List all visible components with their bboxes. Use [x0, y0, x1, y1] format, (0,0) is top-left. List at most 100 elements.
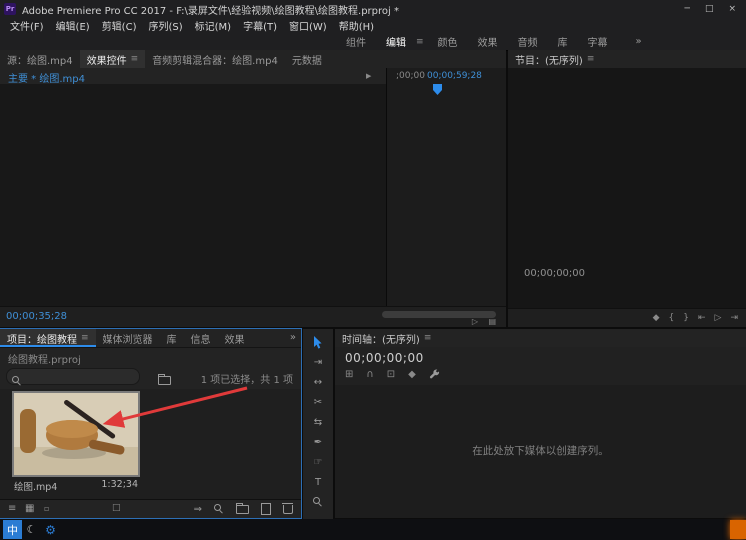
program-timecode[interactable]: 00;00;00;00 [524, 268, 585, 279]
workspace-tab-color[interactable]: 颜色 [428, 34, 468, 49]
tab-metadata[interactable]: 元数据 [285, 50, 329, 68]
tools-panel: ⇥ ↔ ✂ ⇆ ✒ ☞ T [303, 329, 333, 525]
premiere-app-icon: Pr [4, 3, 16, 15]
minimize-button[interactable]: ─ [685, 4, 690, 14]
effect-controls-panel: 源：绘图.mp4 效果控件 ≡ 音频剪辑混合器：绘图.mp4 元数据 主要 * … [0, 50, 506, 327]
workspace-tab-components[interactable]: 组件 [336, 34, 376, 49]
menu-item-edit[interactable]: 编辑(E) [50, 18, 96, 33]
zoom-tool[interactable] [313, 496, 323, 508]
tab-project[interactable]: 项目：绘图教程 ≡ [0, 329, 96, 347]
mini-grid-icon[interactable]: ▤ [488, 317, 496, 326]
workspace-tab-editing[interactable]: 编辑 [376, 34, 416, 49]
horizontal-scrollbar[interactable] [382, 311, 496, 318]
slip-tool[interactable]: ⇆ [314, 416, 322, 428]
search-input[interactable] [27, 369, 136, 384]
workspace-tab-audio[interactable]: 音频 [508, 34, 548, 49]
mark-in-icon[interactable]: { [669, 313, 675, 323]
add-marker-icon[interactable]: ◆ [408, 369, 416, 380]
icon-view-icon[interactable]: ▦ [25, 503, 34, 514]
effect-controls-current-time[interactable]: 00;00;35;28 [6, 311, 67, 322]
type-tool[interactable]: T [315, 476, 321, 488]
mini-play-icon[interactable]: ▷ [472, 317, 478, 326]
program-tabbar: 节目：(无序列) ≡ [508, 50, 746, 69]
timeline-drop-area[interactable]: 在此处放下媒体以创建序列。 [335, 385, 746, 518]
tab-audio-clip-mixer[interactable]: 音频剪辑混合器：绘图.mp4 [145, 50, 285, 68]
project-search-box[interactable] [6, 368, 140, 385]
go-to-in-icon[interactable]: ⇤ [698, 313, 706, 323]
ime-moon-icon[interactable]: ☾ [22, 520, 41, 539]
filter-bin-icon[interactable] [158, 376, 171, 385]
ime-settings-gear-icon[interactable]: ⚙ [41, 520, 60, 539]
menu-item-file[interactable]: 文件(F) [4, 18, 50, 33]
timeline-panel: 时间轴：(无序列) ≡ 00;00;00;00 ⊞ ∩ ⊡ ◆ 在此处放下媒体以… [335, 329, 746, 518]
tab-source-monitor[interactable]: 源：绘图.mp4 [0, 50, 80, 68]
ripple-edit-tool[interactable]: ↔ [314, 376, 322, 388]
collapse-arrow-icon[interactable]: ▶ [366, 72, 371, 80]
timeline-timecode[interactable]: 00;00;00;00 [345, 351, 424, 365]
panel-menu-icon[interactable]: ≡ [131, 54, 139, 64]
play-icon[interactable]: ▷ [715, 313, 722, 323]
playhead-marker[interactable] [433, 84, 442, 95]
menu-item-marker[interactable]: 标记(M) [189, 18, 237, 33]
menu-item-clip[interactable]: 剪辑(C) [96, 18, 143, 33]
mark-out-icon[interactable]: } [683, 313, 689, 323]
find-icon[interactable] [214, 504, 224, 514]
delete-icon[interactable] [283, 505, 293, 514]
add-marker-icon[interactable]: ◆ [653, 313, 660, 323]
selection-tool[interactable] [313, 336, 323, 348]
close-button[interactable]: × [728, 4, 736, 14]
source-group-tabbar: 源：绘图.mp4 效果控件 ≡ 音频剪辑混合器：绘图.mp4 元数据 [0, 50, 506, 69]
workspace-tab-libraries[interactable]: 库 [548, 34, 578, 49]
new-bin-icon[interactable] [236, 505, 249, 514]
snap-magnet-icon[interactable]: ∩ [366, 369, 373, 380]
new-item-icon[interactable] [261, 503, 271, 515]
menu-item-sequence[interactable]: 序列(S) [142, 18, 188, 33]
menu-item-title[interactable]: 字幕(T) [237, 18, 283, 33]
program-monitor-screen: 00;00;00;00 [508, 68, 746, 309]
tab-effect-controls[interactable]: 效果控件 ≡ [80, 50, 146, 68]
panel-menu-icon[interactable]: ≡ [81, 333, 89, 343]
workspace-overflow-icon[interactable]: » [636, 36, 642, 47]
ime-language-button[interactable]: 中 [3, 520, 22, 539]
search-icon [12, 376, 22, 386]
clip-thumbnail[interactable] [14, 393, 138, 475]
tab-media-browser[interactable]: 媒体浏览器 [96, 329, 160, 347]
track-select-forward-tool[interactable]: ⇥ [314, 356, 322, 368]
effect-controls-mini-timeline[interactable]: ;00;00 00;00;59;28 [386, 68, 506, 307]
workspace-menu-icon[interactable]: ≡ [416, 37, 424, 47]
menu-item-window[interactable]: 窗口(W) [283, 18, 333, 33]
clip-tile[interactable]: 绘图.mp4 1:32;34 [14, 393, 140, 493]
linked-selection-icon[interactable]: ⊡ [387, 369, 395, 380]
ruler-start-label: ;00;00 [396, 71, 425, 81]
automate-to-sequence-icon[interactable]: ⇒ [194, 504, 202, 515]
project-panel: 项目：绘图教程 ≡ 媒体浏览器 库 信息 效果 » 绘图教程.prproj 1 … [0, 329, 301, 518]
zoom-in-icon[interactable]: □ [112, 503, 121, 513]
timeline-tabbar: 时间轴：(无序列) ≡ [335, 329, 746, 348]
selection-cursor-icon [313, 336, 323, 349]
selection-status: 1 项已选择，共 1 项 [201, 371, 293, 386]
panel-menu-icon[interactable]: ≡ [587, 54, 595, 64]
tab-libraries[interactable]: 库 [160, 329, 184, 347]
menu-item-help[interactable]: 帮助(H) [333, 18, 380, 33]
taskbar-notification-badge[interactable] [730, 520, 746, 539]
tab-effects[interactable]: 效果 [218, 329, 252, 347]
clip-name[interactable]: 绘图.mp4 [14, 479, 57, 493]
go-to-out-icon[interactable]: ⇥ [730, 313, 738, 323]
tab-info[interactable]: 信息 [184, 329, 218, 347]
title-bar: Pr Adobe Premiere Pro CC 2017 - F:\录屏文件\… [0, 0, 746, 18]
list-view-icon[interactable]: ≡ [8, 503, 16, 514]
hand-tool[interactable]: ☞ [314, 456, 323, 468]
zoom-out-icon[interactable]: ▫ [44, 504, 49, 513]
workspace-tab-effects[interactable]: 效果 [468, 34, 508, 49]
razor-tool[interactable]: ✂ [314, 396, 322, 408]
tab-timeline[interactable]: 时间轴：(无序列) ≡ [335, 329, 438, 347]
panel-menu-icon[interactable]: ≡ [424, 333, 432, 343]
workspace-tab-titles[interactable]: 字幕 [578, 34, 618, 49]
timeline-settings-wrench-icon[interactable] [429, 369, 440, 380]
pen-tool[interactable]: ✒ [314, 436, 322, 448]
insert-nest-icon[interactable]: ⊞ [345, 369, 353, 380]
maximize-button[interactable]: □ [705, 4, 714, 14]
tab-program-monitor[interactable]: 节目：(无序列) ≡ [508, 50, 601, 68]
tab-overflow-icon[interactable]: » [290, 332, 296, 343]
zoom-tool-icon [313, 497, 323, 507]
